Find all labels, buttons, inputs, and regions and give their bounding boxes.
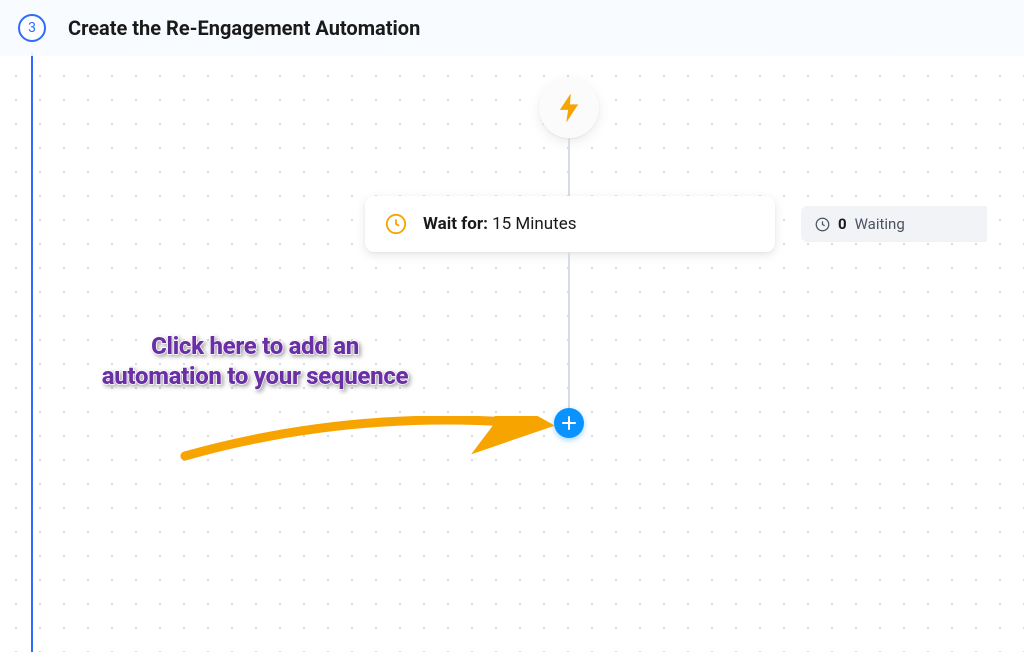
clock-icon bbox=[385, 213, 407, 235]
waiting-status-pill[interactable]: 0 Waiting bbox=[801, 206, 987, 242]
arrow-annotation bbox=[175, 416, 575, 476]
canvas-content: Wait for: 15 Minutes 0 Waiting Click her… bbox=[0, 56, 1024, 652]
step-number-badge: 3 bbox=[18, 14, 46, 42]
automation-canvas[interactable]: Wait for: 15 Minutes 0 Waiting Click her… bbox=[0, 56, 1024, 652]
step-wizard-line bbox=[31, 52, 33, 652]
clock-icon bbox=[815, 217, 830, 232]
step-number: 3 bbox=[28, 20, 36, 36]
instruction-annotation: Click here to add an automation to your … bbox=[100, 332, 410, 392]
step-title: Create the Re-Engagement Automation bbox=[68, 16, 420, 40]
wait-text: Wait for: 15 Minutes bbox=[423, 214, 577, 234]
add-step-button[interactable] bbox=[554, 408, 584, 438]
wait-prefix: Wait for: bbox=[423, 214, 488, 234]
waiting-label: Waiting bbox=[855, 215, 905, 233]
wait-value: 15 Minutes bbox=[492, 214, 576, 234]
plus-icon bbox=[562, 416, 576, 430]
connector-line bbox=[568, 252, 570, 410]
wait-step-node[interactable]: Wait for: 15 Minutes bbox=[365, 196, 775, 252]
waiting-count: 0 bbox=[838, 215, 847, 233]
connector-line bbox=[568, 138, 570, 196]
step-header: 3 Create the Re-Engagement Automation bbox=[0, 0, 1024, 56]
bolt-icon bbox=[558, 93, 580, 123]
trigger-node[interactable] bbox=[539, 78, 599, 138]
